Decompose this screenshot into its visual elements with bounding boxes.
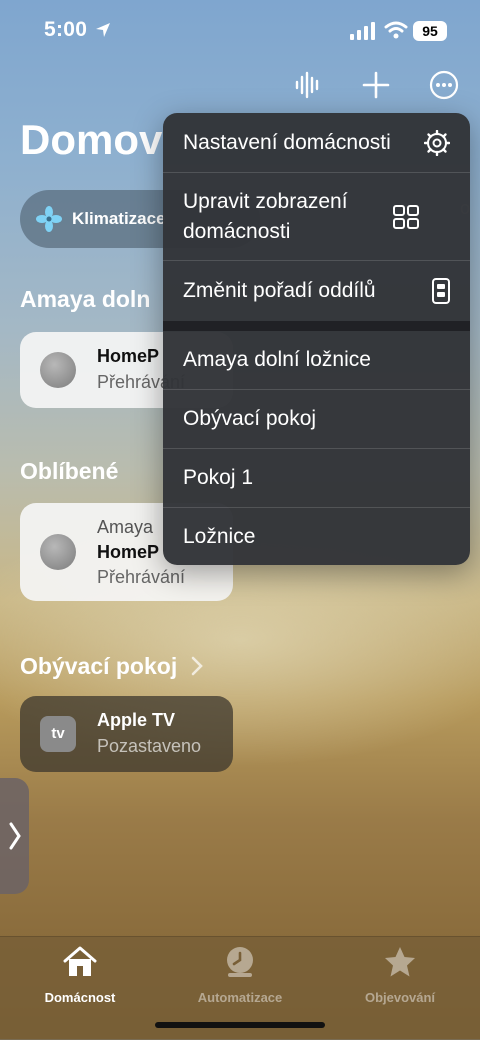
section-title-favorites: Oblíbené — [20, 458, 119, 484]
status-time: 5:00 — [44, 18, 88, 41]
menu-item-label: Ložnice — [183, 524, 256, 548]
gear-icon — [424, 129, 450, 156]
tile-title: Apple TV — [97, 710, 176, 730]
reorder-icon — [432, 278, 450, 304]
tile-status: Přehrávání — [97, 567, 186, 587]
location-arrow-icon — [96, 23, 110, 37]
battery-indicator: 95 — [413, 21, 447, 41]
apple-tv-icon-label: tv — [51, 725, 65, 742]
menu-item-label: Změnit pořadí oddílů — [183, 279, 376, 302]
menu-item-label: Obývací pokoj — [183, 407, 317, 430]
side-panel-handle[interactable] — [0, 778, 29, 894]
climate-pill-label: Klimatizace — [72, 209, 166, 228]
tab-label: Domácnost — [44, 990, 116, 1005]
tile-status: Pozastaveno — [97, 736, 202, 756]
menu-item-room-loznice[interactable]: Ložnice — [163, 508, 470, 565]
tile-title: HomeP — [97, 346, 160, 366]
tab-automation[interactable]: Automatizace — [160, 937, 320, 1005]
menu-item-room-bedroom-amaya[interactable]: Amaya dolní ložnice — [163, 331, 470, 389]
ellipsis-circle-icon — [429, 70, 459, 100]
homepod-icon — [40, 352, 76, 388]
house-icon — [63, 946, 97, 976]
menu-group-separator — [163, 321, 470, 331]
waveform-icon — [295, 71, 319, 99]
chevron-right-icon — [9, 822, 21, 850]
menu-item-label: Amaya dolní ložnice — [183, 348, 371, 371]
section-title-bedroom: Amaya doln — [20, 286, 151, 312]
chevron-right-icon — [191, 656, 203, 676]
fan-icon — [36, 206, 62, 232]
more-options-menu: Nastavení domácnosti Upravit zobrazení d… — [163, 113, 470, 565]
menu-item-reorder-sections[interactable]: Změnit pořadí oddílů — [163, 261, 470, 321]
menu-item-room-pokoj-1[interactable]: Pokoj 1 — [163, 449, 470, 507]
apple-tv-tile[interactable]: tv Apple TV Pozastaveno — [20, 696, 233, 772]
homepod-icon — [40, 534, 76, 570]
tab-label: Objevování — [364, 990, 436, 1005]
tile-room: Amaya — [97, 517, 154, 537]
menu-item-room-living-room[interactable]: Obývací pokoj — [163, 390, 470, 448]
section-title-living-room[interactable]: Obývací pokoj — [20, 653, 204, 680]
tab-label: Automatizace — [197, 990, 283, 1005]
star-icon — [385, 947, 415, 977]
section-title-living-room-label: Obývací pokoj — [20, 653, 178, 679]
menu-item-home-settings[interactable]: Nastavení domácnosti — [163, 113, 470, 172]
menu-item-label: Nastavení domácnosti — [183, 130, 391, 154]
more-button[interactable] — [424, 65, 464, 105]
clock-icon — [227, 947, 253, 977]
tab-home[interactable]: Domácnost — [0, 937, 160, 1005]
plus-icon — [362, 71, 390, 99]
add-button[interactable] — [356, 65, 396, 105]
tile-title: HomeP — [97, 542, 160, 562]
menu-item-edit-home-view[interactable]: Upravit zobrazení domácnosti — [163, 173, 470, 260]
wifi-icon — [384, 21, 408, 39]
home-indicator — [155, 1022, 325, 1028]
grid-icon — [393, 204, 419, 229]
apple-tv-icon: tv — [40, 716, 76, 752]
menu-item-label: Upravit zobrazení domácnosti — [183, 189, 348, 243]
voice-intercom-button[interactable] — [288, 65, 328, 105]
cellular-signal-icon — [350, 22, 375, 40]
page-title: Domov — [20, 116, 163, 163]
menu-item-label: Pokoj 1 — [183, 466, 254, 489]
tab-discover[interactable]: Objevování — [320, 937, 480, 1005]
